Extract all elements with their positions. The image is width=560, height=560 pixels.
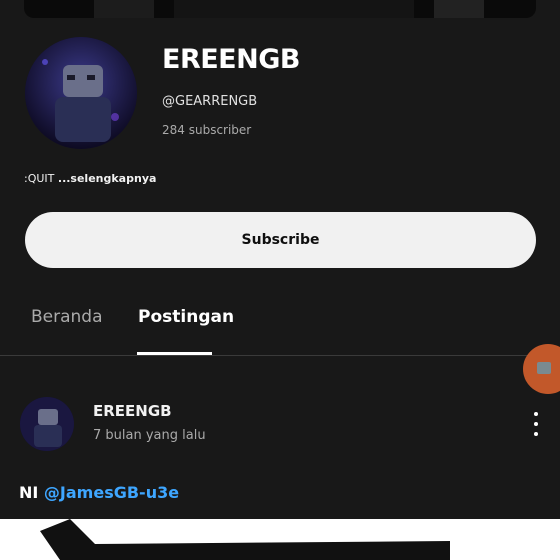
channel-name: EREENGB [162, 44, 300, 75]
post-timestamp: 7 bulan yang lalu [93, 428, 206, 443]
channel-handle: @GEARRENGB [162, 94, 258, 109]
post-author[interactable]: EREENGB [93, 402, 172, 420]
tab-beranda[interactable]: Beranda [31, 307, 103, 327]
tabs-divider [0, 355, 560, 356]
post-text-prefix: NI [19, 483, 39, 502]
description-text: :QUIT [24, 172, 55, 185]
tab-postingan[interactable]: Postingan [138, 307, 234, 327]
mention-link[interactable]: @JamesGB-u3e [44, 483, 179, 502]
channel-description[interactable]: :QUIT ...selengkapnya [24, 172, 156, 185]
floating-action-button[interactable] [523, 344, 560, 394]
subscribe-button[interactable]: Subscribe [25, 212, 536, 268]
more-vert-icon[interactable] [530, 410, 542, 438]
channel-banner [24, 0, 536, 18]
more-link[interactable]: ...selengkapnya [58, 172, 157, 185]
post-image[interactable] [0, 519, 560, 560]
post-author-avatar[interactable] [20, 397, 74, 451]
post-text: NI @JamesGB-u3e [19, 483, 179, 502]
camera-icon [537, 362, 551, 374]
subscriber-count: 284 subscriber [162, 123, 252, 137]
channel-avatar[interactable] [25, 37, 137, 149]
